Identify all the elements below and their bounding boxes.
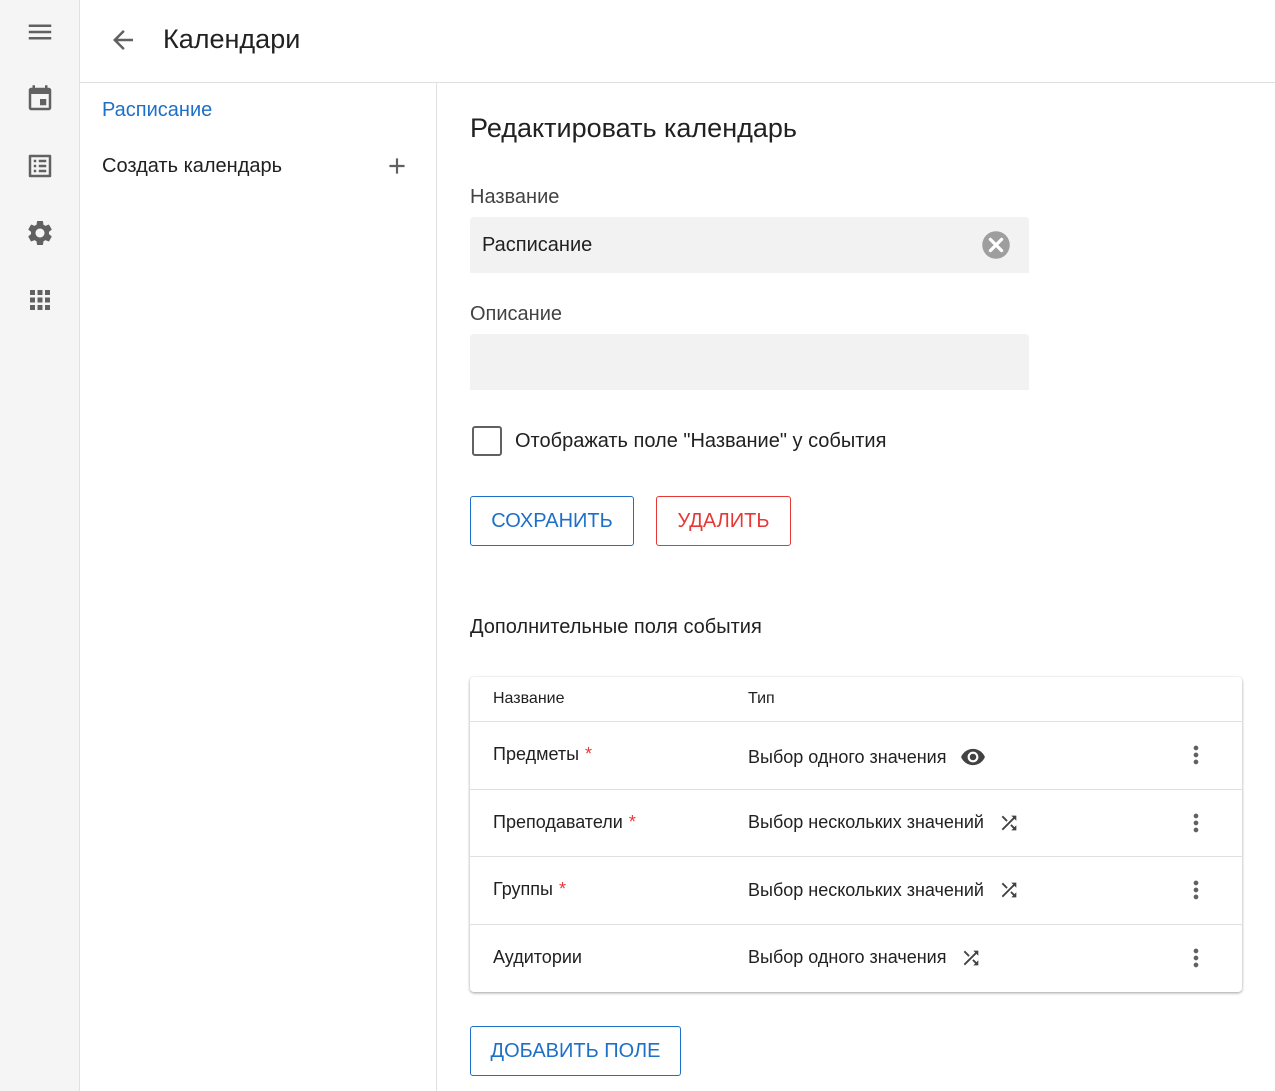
table-header: Название Тип (470, 677, 1242, 722)
field-type: Выбор одного значения (748, 947, 982, 969)
required-marker: * (558, 879, 566, 899)
field-type: Выбор одного значения (748, 744, 986, 770)
calendar-icon[interactable] (20, 79, 60, 119)
name-field (470, 217, 1029, 273)
extra-fields-table: Название Тип Предметы * Выбор одного знач… (470, 677, 1242, 992)
add-field-button[interactable]: Добавить поле (470, 1026, 681, 1076)
menu-icon[interactable] (20, 12, 60, 52)
show-name-checkbox-row[interactable]: Отображать поле "Название" у события (472, 426, 886, 456)
nav-rail (0, 0, 80, 1091)
more-vert-icon[interactable] (1182, 740, 1210, 770)
extra-fields-title: Дополнительные поля события (470, 616, 762, 638)
column-header-type: Тип (748, 690, 775, 707)
field-type: Выбор нескольких значений (748, 812, 1020, 834)
required-marker: * (585, 744, 593, 764)
name-label: Название (470, 186, 560, 208)
name-input[interactable] (482, 217, 972, 273)
form-heading: Редактировать календарь (470, 113, 797, 143)
table-row[interactable]: Преподаватели * Выбор нескольких значений (470, 790, 1242, 857)
save-button[interactable]: Сохранить (470, 496, 634, 546)
description-input[interactable] (482, 334, 972, 390)
table-row[interactable]: Предметы * Выбор одного значения (470, 722, 1242, 790)
column-header-name: Название (493, 690, 565, 707)
more-vert-icon[interactable] (1182, 875, 1210, 905)
plus-icon[interactable] (384, 153, 410, 179)
clear-icon[interactable] (981, 230, 1011, 260)
gear-icon[interactable] (20, 213, 60, 253)
show-name-checkbox[interactable] (472, 426, 502, 456)
description-label: Описание (470, 303, 563, 325)
list-icon[interactable] (20, 146, 60, 186)
apps-grid-icon[interactable] (20, 280, 60, 320)
shuffle-icon (960, 947, 982, 969)
more-vert-icon[interactable] (1182, 808, 1210, 838)
field-type: Выбор нескольких значений (748, 879, 1020, 901)
checkbox-label: Отображать поле "Название" у события (515, 429, 887, 452)
field-name: Группы * (493, 879, 566, 899)
table-row[interactable]: Аудитории Выбор одного значения (470, 925, 1242, 993)
required-marker: * (628, 811, 636, 832)
shuffle-icon (998, 812, 1020, 834)
more-vert-icon[interactable] (1182, 943, 1210, 973)
description-field (470, 334, 1029, 390)
field-name: Предметы * (493, 744, 593, 764)
create-calendar-link[interactable]: Создать календарь (102, 155, 282, 178)
page-title: Календари (163, 24, 301, 54)
field-name: Преподаватели * (493, 811, 636, 832)
field-name: Аудитории (493, 946, 582, 967)
calendar-item-schedule[interactable]: Расписание (102, 99, 212, 122)
shuffle-icon (998, 879, 1020, 901)
delete-button[interactable]: Удалить (656, 496, 791, 546)
table-row[interactable]: Группы * Выбор нескольких значений (470, 857, 1242, 925)
top-bar: Календари (80, 0, 1275, 83)
back-arrow-icon[interactable] (106, 22, 140, 58)
eye-icon (960, 744, 986, 770)
calendar-list: Расписание Создать календарь (80, 83, 437, 1091)
